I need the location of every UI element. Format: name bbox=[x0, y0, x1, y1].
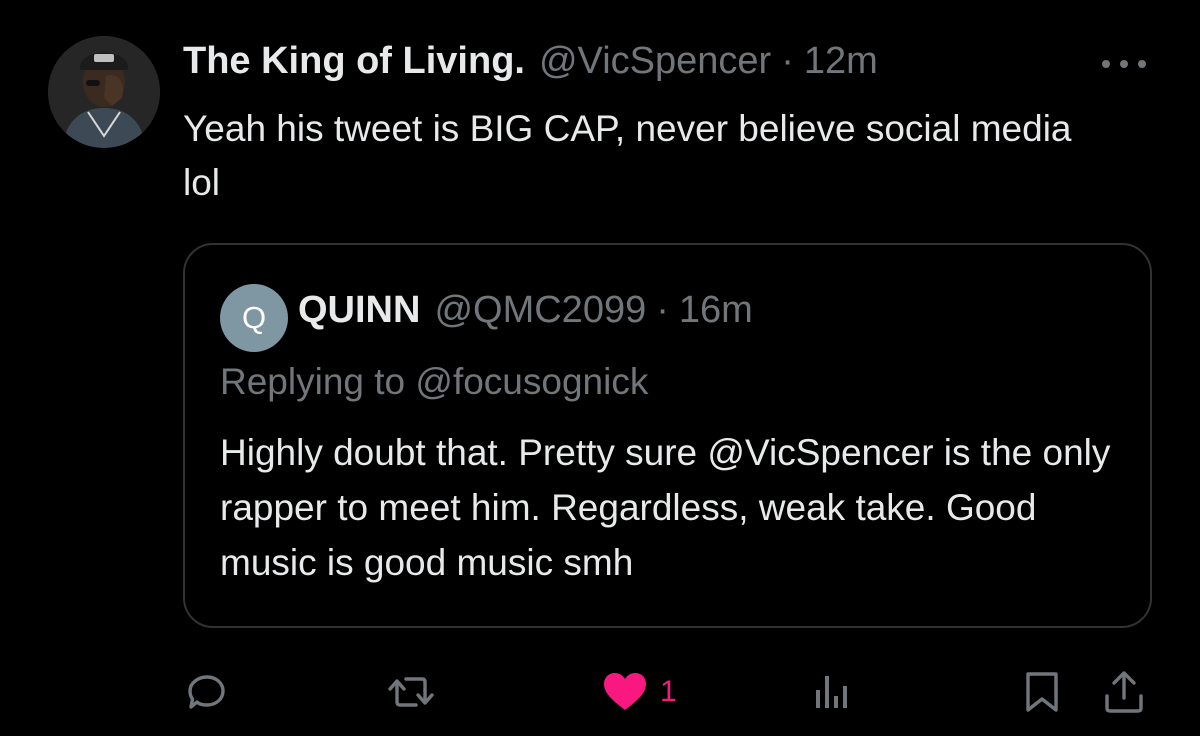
tweet-timestamp[interactable]: 12m bbox=[804, 40, 878, 83]
author-handle[interactable]: @VicSpencer bbox=[539, 40, 771, 83]
retweet-icon bbox=[388, 677, 434, 707]
author-display-name[interactable]: The King of Living. bbox=[183, 40, 525, 83]
quoted-tweet-header: QUINN @QMC2099 · 16m bbox=[298, 289, 753, 337]
replying-to-line: Replying to @focusognick bbox=[220, 361, 648, 403]
quoted-tweet[interactable]: Q QUINN @QMC2099 · 16m Replying to @focu… bbox=[183, 243, 1152, 628]
quoted-author-display-name: QUINN bbox=[298, 289, 421, 331]
quoted-header-separator: · bbox=[656, 289, 669, 331]
reply-icon bbox=[188, 675, 225, 709]
heart-filled-icon bbox=[604, 673, 646, 710]
more-dot bbox=[1138, 60, 1146, 68]
author-avatar[interactable] bbox=[48, 36, 160, 148]
quoted-author-avatar[interactable]: Q bbox=[220, 284, 288, 352]
header-separator: · bbox=[781, 40, 794, 82]
author-avatar-image bbox=[48, 36, 160, 148]
quoted-tweet-text: Highly doubt that. Pretty sure @VicSpenc… bbox=[220, 432, 1111, 583]
replying-to-label: Replying to bbox=[220, 361, 406, 402]
like-button[interactable]: 1 bbox=[602, 668, 677, 716]
retweet-button[interactable] bbox=[386, 668, 436, 716]
tweet-text: Yeah his tweet is BIG CAP, never believe… bbox=[183, 108, 1072, 203]
share-button[interactable] bbox=[1102, 668, 1146, 716]
more-dot bbox=[1102, 60, 1110, 68]
tweet-header: The King of Living. @VicSpencer · 12m bbox=[183, 40, 878, 88]
tweet[interactable]: The King of Living. @VicSpencer · 12m Ye… bbox=[0, 0, 1200, 736]
action-bar: 1 bbox=[0, 660, 1200, 724]
bookmark-icon bbox=[1026, 672, 1058, 712]
share-icon bbox=[1105, 671, 1143, 713]
replying-to-mention: @focusognick bbox=[415, 361, 649, 402]
more-dot bbox=[1120, 60, 1128, 68]
views-button[interactable] bbox=[812, 668, 852, 716]
bookmark-button[interactable] bbox=[1022, 668, 1062, 716]
more-options-icon[interactable] bbox=[1096, 50, 1152, 78]
quoted-tweet-timestamp: 16m bbox=[678, 289, 753, 331]
views-icon bbox=[816, 676, 847, 708]
quoted-author-handle: @QMC2099 bbox=[434, 289, 647, 331]
like-count: 1 bbox=[660, 675, 677, 708]
reply-button[interactable] bbox=[183, 668, 231, 716]
